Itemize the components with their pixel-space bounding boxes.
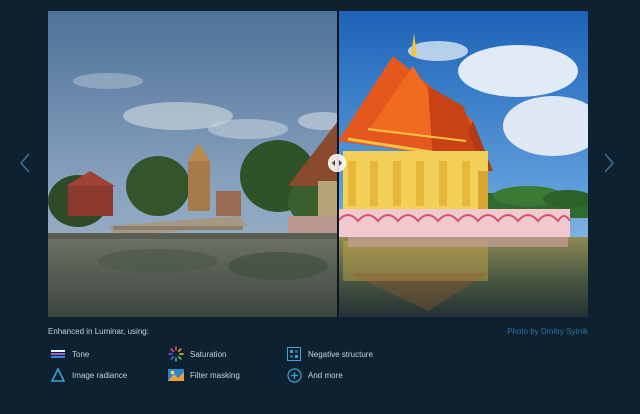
image-radiance-icon	[50, 367, 66, 383]
tool-negative-structure: Negative structure	[286, 346, 373, 362]
before-after-slide: Enhanced in Luminar, using: Photo by Dmi…	[0, 0, 640, 414]
tool-image-radiance: Image radiance	[50, 367, 127, 383]
before-after-comparison[interactable]	[48, 11, 588, 317]
tool-label: Negative structure	[308, 349, 373, 359]
tool-label: Saturation	[190, 349, 227, 359]
previous-slide-button[interactable]	[18, 152, 32, 174]
comparison-slider-handle[interactable]	[328, 154, 346, 172]
chevron-right-icon	[604, 153, 615, 173]
tool-label: Image radiance	[72, 370, 128, 380]
saturation-icon	[168, 346, 184, 362]
tone-icon	[50, 346, 66, 362]
next-slide-button[interactable]	[602, 152, 616, 174]
tool-label: Filter masking	[190, 370, 240, 380]
tool-tone: Tone	[50, 346, 89, 362]
drag-arrows-icon	[332, 160, 342, 166]
and-more-icon	[286, 367, 302, 383]
filter-masking-icon	[168, 367, 184, 383]
enhancement-caption: Enhanced in Luminar, using:	[48, 327, 149, 336]
negative-structure-icon	[286, 346, 302, 362]
tool-filter-masking: Filter masking	[168, 367, 240, 383]
photo-credit-link[interactable]: Photo by Dmitry Sytnik	[507, 327, 588, 336]
tool-label: Tone	[72, 349, 90, 359]
tool-label: And more	[308, 370, 343, 380]
chevron-left-icon	[19, 153, 30, 173]
tool-and-more: And more	[286, 367, 343, 383]
tool-saturation: Saturation	[168, 346, 226, 362]
temple-photo	[48, 11, 588, 317]
